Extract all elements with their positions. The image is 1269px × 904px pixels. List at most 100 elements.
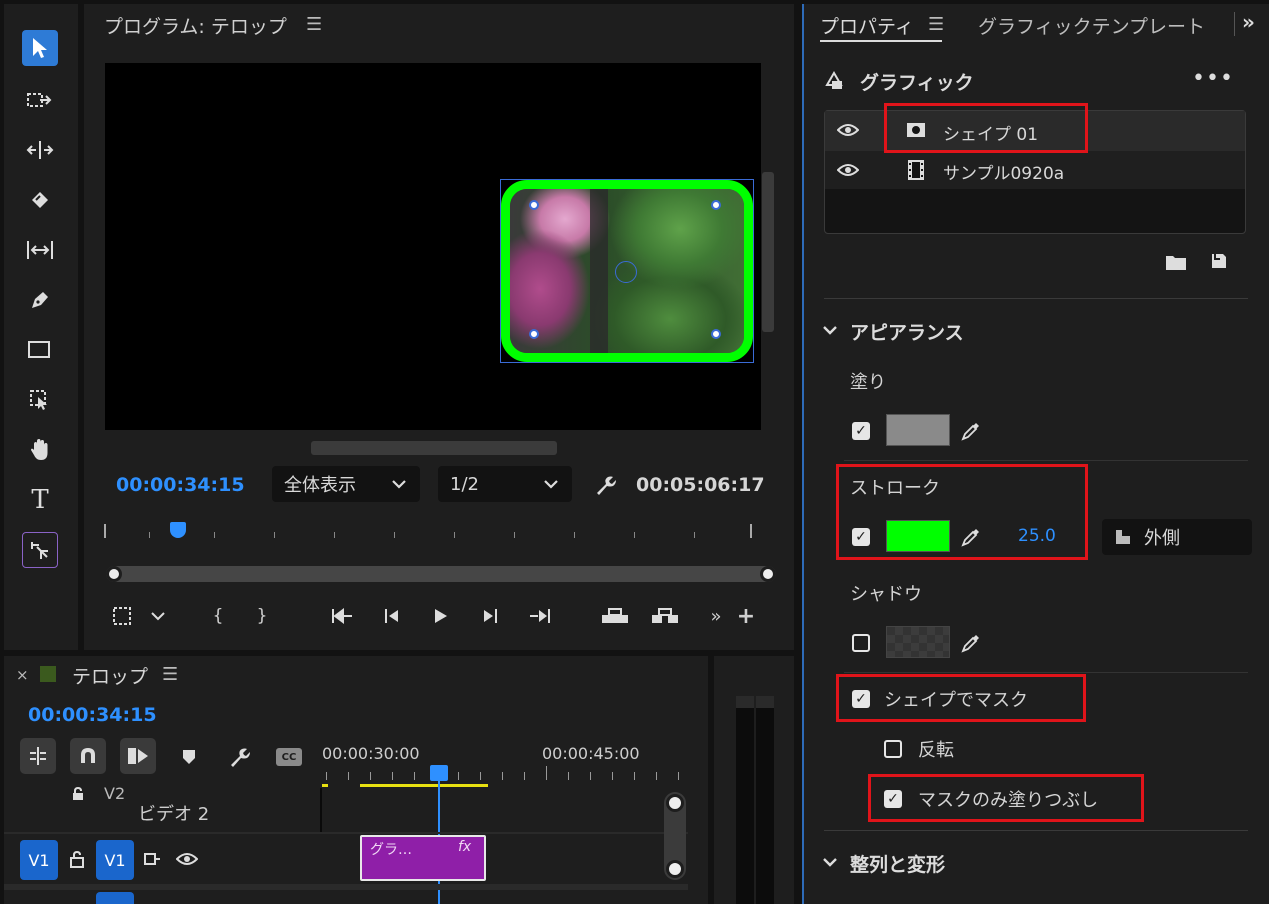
section-align-transform-title[interactable]: 整列と変形 xyxy=(850,850,945,877)
work-area-bar[interactable] xyxy=(360,784,488,787)
corner-handle[interactable] xyxy=(529,200,539,210)
add-marker-icon[interactable] xyxy=(108,602,136,630)
track-divider xyxy=(4,884,688,890)
fill-color-swatch[interactable] xyxy=(886,414,950,446)
timeline-playhead-marker[interactable] xyxy=(430,765,448,781)
resolution-dropdown[interactable]: 1/2 xyxy=(438,466,572,502)
panel-menu-icon[interactable]: ☰ xyxy=(928,14,944,35)
sequence-tab-title[interactable]: テロップ xyxy=(72,662,148,689)
eyedropper-icon[interactable] xyxy=(960,632,982,654)
eye-icon[interactable] xyxy=(837,121,859,139)
ripple-edit-tool-icon[interactable] xyxy=(22,132,58,168)
lock-icon[interactable] xyxy=(70,786,86,802)
tab-properties[interactable]: プロパティ xyxy=(820,12,914,39)
fill-checkbox[interactable]: ✓ xyxy=(852,422,870,440)
timeline-ruler-label: 00:00:30:00 xyxy=(322,744,420,763)
properties-panel: プロパティ ☰ グラフィックテンプレート » グラフィック ••• シェイプ 0… xyxy=(802,4,1269,904)
new-layer-icon[interactable] xyxy=(1208,250,1230,272)
razor-tool-icon[interactable] xyxy=(22,182,58,218)
playhead-marker[interactable] xyxy=(170,522,186,538)
chevron-down-icon[interactable] xyxy=(820,852,840,872)
close-icon[interactable]: × xyxy=(16,666,29,684)
go-to-out-icon[interactable] xyxy=(526,602,554,630)
captions-icon[interactable]: CC xyxy=(276,748,302,766)
monitor-vertical-scrollbar[interactable] xyxy=(762,172,774,332)
section-graphic-title: グラフィック xyxy=(860,72,974,94)
mark-out-icon[interactable]: } xyxy=(248,602,276,630)
eye-icon[interactable] xyxy=(176,850,198,868)
layer-name: サンプル0920a xyxy=(943,164,1065,184)
hand-select-tool-icon[interactable] xyxy=(22,382,58,418)
monitor-horizontal-scrollbar[interactable] xyxy=(311,441,557,455)
anchor-point-icon[interactable] xyxy=(615,261,637,283)
track-partial-v0[interactable] xyxy=(96,892,134,904)
linked-selection-icon[interactable] xyxy=(120,738,156,774)
panel-menu-icon[interactable]: ☰ xyxy=(306,14,322,35)
timeline-vertical-scrollbar[interactable] xyxy=(664,792,686,880)
chevron-down-icon[interactable] xyxy=(144,602,172,630)
zoom-level-dropdown[interactable]: 全体表示 xyxy=(272,466,420,502)
highlight-mask-with-shape xyxy=(836,674,1086,722)
timeline-ruler[interactable] xyxy=(322,766,692,784)
extract-icon[interactable] xyxy=(648,602,682,630)
hand-tool-icon[interactable] xyxy=(22,432,58,468)
shadow-checkbox[interactable] xyxy=(852,634,870,652)
marker-icon[interactable] xyxy=(178,746,200,768)
pen-tool-icon[interactable] xyxy=(22,282,58,318)
video-canvas[interactable] xyxy=(105,63,761,430)
panel-title[interactable]: プログラム: テロップ xyxy=(104,12,287,39)
monitor-time-ruler[interactable] xyxy=(104,522,754,542)
list-item[interactable]: サンプル0920a xyxy=(825,151,1245,189)
more-options-icon[interactable]: ••• xyxy=(1192,66,1234,91)
track-v2-name: ビデオ 2 xyxy=(138,804,210,825)
track-select-tool-icon[interactable] xyxy=(22,82,58,118)
sequence-color-swatch xyxy=(40,666,56,682)
track-target-v1[interactable]: V1 xyxy=(96,840,134,880)
shape-tool-icon[interactable] xyxy=(22,532,58,568)
mark-in-icon[interactable]: { xyxy=(204,602,232,630)
section-appearance-title[interactable]: アピアランス xyxy=(850,318,964,345)
expand-panels-icon[interactable]: » xyxy=(1242,10,1255,34)
corner-handle[interactable] xyxy=(711,200,721,210)
step-back-icon[interactable] xyxy=(378,602,406,630)
shadow-color-swatch[interactable] xyxy=(886,626,950,658)
work-area-bar[interactable] xyxy=(322,784,328,787)
current-timecode[interactable]: 00:00:34:15 xyxy=(116,474,245,496)
stroke-position-dropdown[interactable]: 外側 xyxy=(1102,519,1252,555)
snap-magnet-icon[interactable] xyxy=(70,738,106,774)
track-divider xyxy=(4,832,688,834)
wrench-icon[interactable] xyxy=(592,472,618,498)
corner-handle[interactable] xyxy=(529,329,539,339)
play-icon[interactable] xyxy=(426,602,454,630)
panel-menu-icon[interactable]: ☰ xyxy=(162,664,178,685)
go-to-in-icon[interactable] xyxy=(328,602,356,630)
chevron-down-icon[interactable] xyxy=(820,320,840,340)
corner-handle[interactable] xyxy=(711,329,721,339)
add-button-icon[interactable]: + xyxy=(732,602,760,630)
tools-panel: T xyxy=(4,4,78,650)
invert-label[interactable]: 反転 xyxy=(918,736,954,762)
sync-lock-icon[interactable] xyxy=(142,850,162,868)
more-controls-icon[interactable]: » xyxy=(702,602,730,630)
step-forward-icon[interactable] xyxy=(476,602,504,630)
wrench-icon[interactable] xyxy=(226,744,252,770)
type-tool-icon[interactable]: T xyxy=(22,482,58,518)
invert-checkbox[interactable] xyxy=(884,740,902,758)
timeline-timecode[interactable]: 00:00:34:15 xyxy=(28,704,157,726)
selection-tool-icon[interactable] xyxy=(22,30,58,66)
slip-tool-icon[interactable] xyxy=(22,232,58,268)
rectangle-tool-icon[interactable] xyxy=(22,332,58,368)
graphic-clip[interactable]: グラ… fx xyxy=(360,835,486,881)
folder-icon[interactable] xyxy=(1164,252,1188,272)
eyedropper-icon[interactable] xyxy=(960,420,982,442)
zoom-scroll-bar[interactable] xyxy=(106,566,776,582)
insert-nest-icon[interactable] xyxy=(20,738,56,774)
audio-meters-panel xyxy=(714,656,794,904)
eye-icon[interactable] xyxy=(837,161,859,179)
source-patch-v1[interactable]: V1 xyxy=(20,840,58,880)
highlight-fill-mask-only xyxy=(868,774,1144,822)
audio-meter-left xyxy=(736,696,754,904)
tab-graphic-template[interactable]: グラフィックテンプレート xyxy=(978,12,1205,39)
lift-icon[interactable] xyxy=(598,602,632,630)
lock-icon[interactable] xyxy=(68,850,86,868)
